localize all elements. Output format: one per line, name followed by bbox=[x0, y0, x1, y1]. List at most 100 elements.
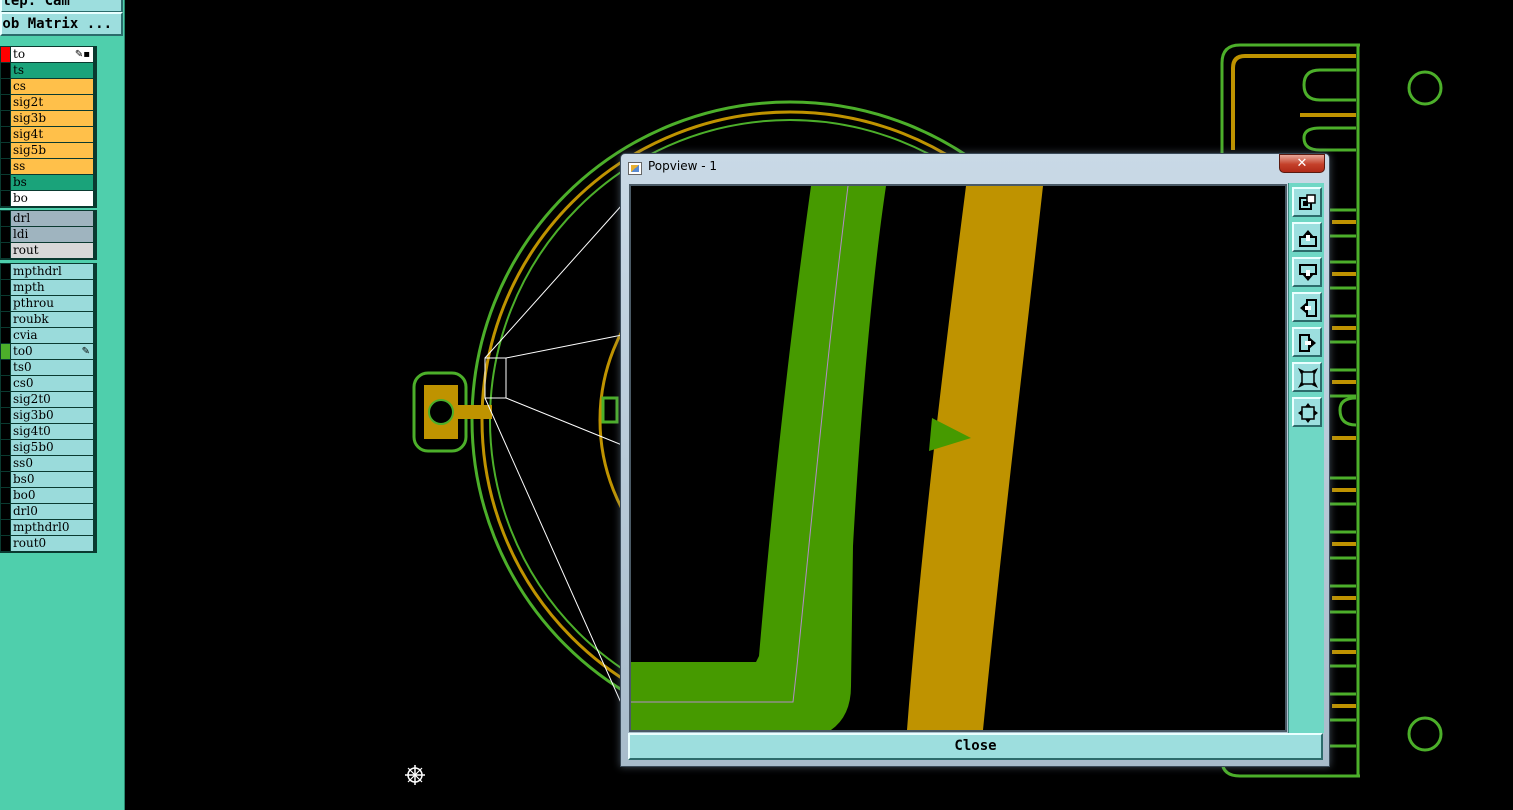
pan-left-button[interactable] bbox=[1292, 292, 1322, 322]
layer-name[interactable]: ts bbox=[11, 63, 94, 78]
pan-up-button[interactable] bbox=[1292, 222, 1322, 252]
layer-name[interactable]: ss bbox=[11, 159, 94, 174]
layer-name[interactable]: ldi bbox=[11, 227, 94, 242]
layer-name[interactable]: sig3b bbox=[11, 111, 94, 126]
layer-row-to0[interactable]: to0 ✎ bbox=[1, 344, 96, 360]
close-button[interactable]: Close bbox=[628, 733, 1323, 760]
layer-name[interactable]: mpthdrl0 bbox=[11, 520, 94, 535]
layer-row-sig3b0[interactable]: sig3b0 bbox=[1, 408, 96, 424]
layer-row-cs[interactable]: cs bbox=[1, 79, 96, 95]
layer-row-mpthdrl[interactable]: mpthdrl bbox=[1, 264, 96, 280]
layer-row-drl0[interactable]: drl0 bbox=[1, 504, 96, 520]
layer-flag[interactable] bbox=[1, 143, 10, 158]
zoom-in-button[interactable] bbox=[1292, 362, 1322, 392]
layer-flag[interactable] bbox=[1, 520, 10, 535]
layer-flag[interactable] bbox=[1, 175, 10, 190]
zoom-home-button[interactable] bbox=[1292, 187, 1322, 217]
layer-name[interactable]: drl bbox=[11, 211, 94, 226]
layer-flag[interactable] bbox=[1, 392, 10, 407]
layer-row-rout[interactable]: rout bbox=[1, 243, 96, 259]
layer-row-cvia[interactable]: cvia bbox=[1, 328, 96, 344]
layer-flag[interactable] bbox=[1, 159, 10, 174]
layer-row-sig3b[interactable]: sig3b bbox=[1, 111, 96, 127]
layer-row-drl[interactable]: drl bbox=[1, 211, 96, 227]
layer-row-ts0[interactable]: ts0 bbox=[1, 360, 96, 376]
layer-name[interactable]: sig2t bbox=[11, 95, 94, 110]
layer-name[interactable]: sig2t0 bbox=[11, 392, 94, 407]
layer-flag[interactable] bbox=[1, 227, 10, 242]
layer-name[interactable]: ts0 bbox=[11, 360, 94, 375]
layer-name[interactable]: pthrou bbox=[11, 296, 94, 311]
layer-row-bs0[interactable]: bs0 bbox=[1, 472, 96, 488]
layer-name[interactable]: cs0 bbox=[11, 376, 94, 391]
layer-name[interactable]: roubk bbox=[11, 312, 94, 327]
layer-flag[interactable] bbox=[1, 344, 10, 359]
layer-name[interactable]: rout0 bbox=[11, 536, 94, 551]
layer-name[interactable]: rout bbox=[11, 243, 94, 258]
layer-row-pthrou[interactable]: pthrou bbox=[1, 296, 96, 312]
layer-name[interactable]: sig5b0 bbox=[11, 440, 94, 455]
layer-flag[interactable] bbox=[1, 296, 10, 311]
layer-row-mpthdrl0[interactable]: mpthdrl0 bbox=[1, 520, 96, 536]
layer-row-sig4t[interactable]: sig4t bbox=[1, 127, 96, 143]
layer-row-ss0[interactable]: ss0 bbox=[1, 456, 96, 472]
layer-flag[interactable] bbox=[1, 376, 10, 391]
layer-flag[interactable] bbox=[1, 312, 10, 327]
job-matrix-button[interactable]: Job Matrix ... bbox=[0, 12, 123, 36]
layer-row-bs[interactable]: bs bbox=[1, 175, 96, 191]
layer-name[interactable]: cvia bbox=[11, 328, 94, 343]
layer-flag[interactable] bbox=[1, 191, 10, 206]
layer-name[interactable]: cs bbox=[11, 79, 94, 94]
layer-row-sig2t[interactable]: sig2t bbox=[1, 95, 96, 111]
layer-row-ss[interactable]: ss bbox=[1, 159, 96, 175]
layer-flag[interactable] bbox=[1, 360, 10, 375]
window-close-button[interactable]: ✕ bbox=[1279, 154, 1325, 173]
layer-name[interactable]: mpth bbox=[11, 280, 94, 295]
layer-flag[interactable] bbox=[1, 79, 10, 94]
layer-name[interactable]: bo bbox=[11, 191, 94, 206]
pan-down-button[interactable] bbox=[1292, 257, 1322, 287]
layer-flag[interactable] bbox=[1, 211, 10, 226]
layer-row-ts[interactable]: ts bbox=[1, 63, 96, 79]
layer-flag[interactable] bbox=[1, 47, 10, 62]
layer-flag[interactable] bbox=[1, 440, 10, 455]
layer-flag[interactable] bbox=[1, 63, 10, 78]
popview-titlebar[interactable]: Popview - 1 ✕ bbox=[621, 154, 1329, 182]
layer-name[interactable]: sig5b bbox=[11, 143, 94, 158]
layer-row-roubk[interactable]: roubk bbox=[1, 312, 96, 328]
layer-row-ldi[interactable]: ldi bbox=[1, 227, 96, 243]
layer-flag[interactable] bbox=[1, 243, 10, 258]
zoom-out-button[interactable] bbox=[1292, 397, 1322, 427]
layer-name[interactable]: sig4t0 bbox=[11, 424, 94, 439]
layer-row-sig5b[interactable]: sig5b bbox=[1, 143, 96, 159]
layer-flag[interactable] bbox=[1, 456, 10, 471]
layer-row-sig5b0[interactable]: sig5b0 bbox=[1, 440, 96, 456]
layer-name[interactable]: bs0 bbox=[11, 472, 94, 487]
layer-name[interactable]: drl0 bbox=[11, 504, 94, 519]
layer-flag[interactable] bbox=[1, 111, 10, 126]
layer-row-sig4t0[interactable]: sig4t0 bbox=[1, 424, 96, 440]
layer-row-sig2t0[interactable]: sig2t0 bbox=[1, 392, 96, 408]
layer-flag[interactable] bbox=[1, 127, 10, 142]
layer-name[interactable]: mpthdrl bbox=[11, 264, 94, 279]
layer-flag[interactable] bbox=[1, 424, 10, 439]
layer-row-to[interactable]: to ✎▪ bbox=[1, 47, 96, 63]
layer-flag[interactable] bbox=[1, 488, 10, 503]
layer-name[interactable]: ss0 bbox=[11, 456, 94, 471]
layer-flag[interactable] bbox=[1, 472, 10, 487]
layer-flag[interactable] bbox=[1, 408, 10, 423]
layer-row-rout0[interactable]: rout0 bbox=[1, 536, 96, 552]
layer-flag[interactable] bbox=[1, 536, 10, 551]
layer-row-bo[interactable]: bo bbox=[1, 191, 96, 207]
popview-zoomed-view[interactable] bbox=[629, 184, 1287, 732]
layer-flag[interactable] bbox=[1, 264, 10, 279]
layer-name[interactable]: sig4t bbox=[11, 127, 94, 142]
layer-name[interactable]: bo0 bbox=[11, 488, 94, 503]
layer-row-bo0[interactable]: bo0 bbox=[1, 488, 96, 504]
layer-row-mpth[interactable]: mpth bbox=[1, 280, 96, 296]
layer-name[interactable]: sig3b0 bbox=[11, 408, 94, 423]
pan-right-button[interactable] bbox=[1292, 327, 1322, 357]
layer-flag[interactable] bbox=[1, 95, 10, 110]
layer-row-cs0[interactable]: cs0 bbox=[1, 376, 96, 392]
layer-flag[interactable] bbox=[1, 328, 10, 343]
